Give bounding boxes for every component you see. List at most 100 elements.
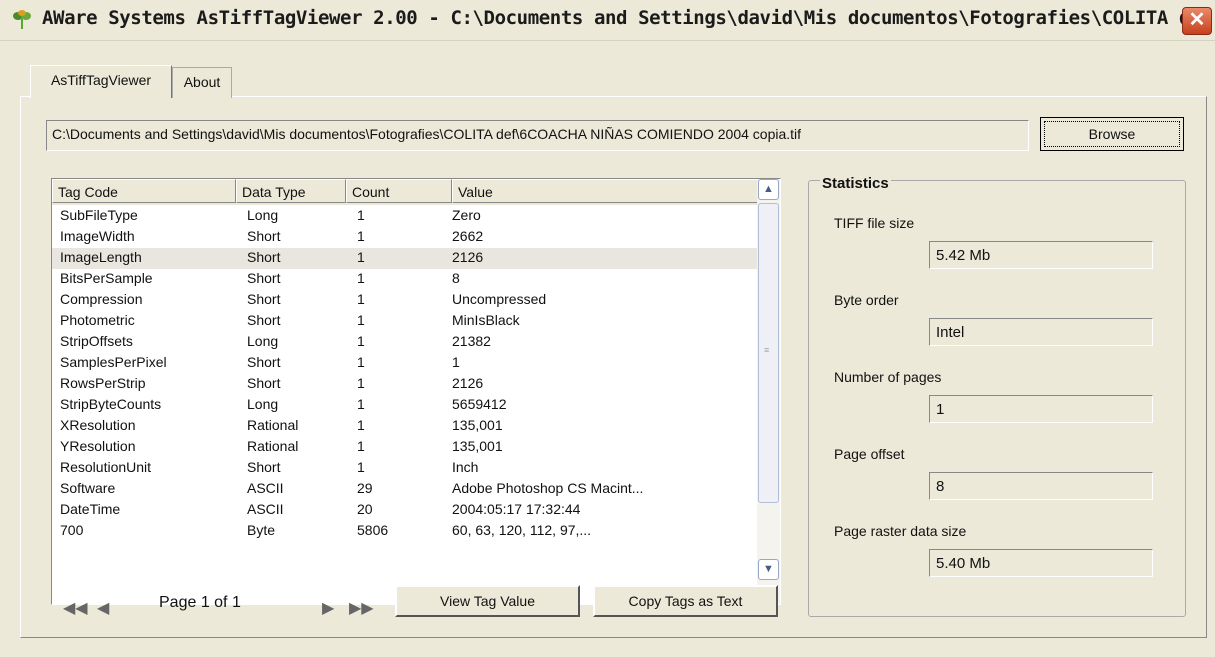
cell-count: 29	[357, 480, 373, 496]
cell-value: 8	[452, 270, 460, 286]
cell-value: 2004:05:17 17:32:44	[452, 501, 581, 517]
cell-tag-code: 700	[60, 522, 84, 538]
tag-list[interactable]: Tag Code Data Type Count Value SubFileTy…	[51, 178, 781, 605]
cell-tag-code: BitsPerSample	[60, 270, 153, 286]
cell-tag-code: StripOffsets	[60, 333, 133, 349]
page-offset-label: Page offset	[834, 446, 905, 462]
cell-count: 1	[357, 291, 365, 307]
table-row[interactable]: Photometric Short 1 MinIsBlack	[52, 311, 758, 332]
header-count[interactable]: Count	[346, 179, 452, 203]
cell-data-type: Short	[247, 228, 281, 244]
cell-count: 20	[357, 501, 373, 517]
cell-count: 1	[357, 333, 365, 349]
cell-count: 1	[357, 249, 365, 265]
page-indicator: Page 1 of 1	[159, 594, 241, 611]
cell-value: 135,001	[452, 438, 503, 454]
cell-data-type: ASCII	[247, 480, 284, 496]
cell-data-type: Long	[247, 396, 279, 412]
scroll-thumb[interactable]: ≡	[758, 203, 779, 503]
cell-data-type: Long	[247, 207, 279, 223]
cell-tag-code: Software	[60, 480, 116, 496]
table-row[interactable]: ImageLength Short 1 2126	[52, 248, 758, 269]
table-row[interactable]: RowsPerStrip Short 1 2126	[52, 374, 758, 395]
cell-tag-code: StripByteCounts	[60, 396, 162, 412]
cell-data-type: Short	[247, 249, 281, 265]
first-page-icon[interactable]: ◀◀	[63, 598, 88, 618]
cell-value: 2662	[452, 228, 484, 244]
cell-data-type: Short	[247, 354, 281, 370]
table-row[interactable]: StripOffsets Long 1 21382	[52, 332, 758, 353]
browse-button[interactable]: Browse	[1040, 117, 1184, 151]
cell-value: 135,001	[452, 417, 503, 433]
close-button[interactable]: ✕	[1182, 7, 1212, 35]
cell-count: 1	[357, 396, 365, 412]
app-leaf-icon	[13, 10, 31, 29]
vertical-scrollbar[interactable]: ▲ ≡ ▼	[757, 179, 780, 604]
scroll-up-icon[interactable]: ▲	[758, 179, 779, 200]
table-row[interactable]: Software ASCII 29 Adobe Photoshop CS Macint…	[52, 479, 758, 500]
scroll-down-icon[interactable]: ▼	[758, 559, 779, 580]
cell-value: Adobe Photoshop CS Macint...	[452, 480, 644, 496]
table-row[interactable]: SubFileType Long 1 Zero	[52, 206, 758, 227]
table-row[interactable]: Compression Short 1 Uncompressed	[52, 290, 758, 311]
table-row[interactable]: XResolution Rational 1 135,001	[52, 416, 758, 437]
cell-value: 21382	[452, 333, 491, 349]
cell-data-type: Rational	[247, 438, 299, 454]
table-row[interactable]: 700 Byte 5806 60, 63, 120, 112, 97,...	[52, 521, 758, 542]
cell-count: 1	[357, 417, 365, 433]
table-row[interactable]: SamplesPerPixel Short 1 1	[52, 353, 758, 374]
cell-data-type: Long	[247, 333, 279, 349]
tab-astifftagviewer[interactable]: AsTiffTagViewer	[30, 65, 172, 98]
cell-tag-code: Photometric	[60, 312, 135, 328]
header-tag-code[interactable]: Tag Code	[52, 179, 236, 203]
byte-order-label: Byte order	[834, 292, 899, 308]
cell-count: 1	[357, 459, 365, 475]
next-page-icon[interactable]: ▶	[322, 598, 334, 618]
cell-count: 1	[357, 354, 365, 370]
cell-value: 2126	[452, 249, 484, 265]
cell-value: 60, 63, 120, 112, 97,...	[452, 522, 592, 538]
browse-label: Browse	[1044, 121, 1180, 147]
cell-count: 1	[357, 312, 365, 328]
page-offset-value: 8	[929, 472, 1153, 500]
file-path-field[interactable]: C:\Documents and Settings\david\Mis docu…	[46, 120, 1029, 151]
cell-data-type: Short	[247, 375, 281, 391]
title-bar[interactable]: AWare Systems AsTiffTagViewer 2.00 - C:\…	[0, 0, 1215, 41]
table-row[interactable]: ResolutionUnit Short 1 Inch	[52, 458, 758, 479]
cell-count: 1	[357, 270, 365, 286]
page-raster-data-size-label: Page raster data size	[834, 523, 967, 539]
cell-count: 1	[357, 207, 365, 223]
cell-value: Zero	[452, 207, 481, 223]
cell-tag-code: RowsPerStrip	[60, 375, 146, 391]
cell-value: 5659412	[452, 396, 507, 412]
copy-tags-button[interactable]: Copy Tags as Text	[593, 585, 778, 617]
cell-tag-code: DateTime	[60, 501, 121, 517]
table-row[interactable]: ImageWidth Short 1 2662	[52, 227, 758, 248]
cell-tag-code: SubFileType	[60, 207, 138, 223]
header-value[interactable]: Value	[452, 179, 758, 203]
table-row[interactable]: BitsPerSample Short 1 8	[52, 269, 758, 290]
table-row[interactable]: YResolution Rational 1 135,001	[52, 437, 758, 458]
table-row[interactable]: StripByteCounts Long 1 5659412	[52, 395, 758, 416]
cell-tag-code: ImageWidth	[60, 228, 135, 244]
cell-tag-code: ResolutionUnit	[60, 459, 152, 475]
header-data-type[interactable]: Data Type	[236, 179, 346, 203]
last-page-icon[interactable]: ▶▶	[349, 598, 374, 618]
cell-value: Uncompressed	[452, 291, 547, 307]
cell-data-type: Short	[247, 459, 281, 475]
cell-count: 5806	[357, 522, 389, 538]
cell-data-type: Short	[247, 270, 281, 286]
tiff-file-size-value: 5.42 Mb	[929, 241, 1153, 269]
cell-tag-code: YResolution	[60, 438, 136, 454]
cell-data-type: ASCII	[247, 501, 284, 517]
cell-tag-code: Compression	[60, 291, 143, 307]
prev-page-icon[interactable]: ◀	[97, 598, 109, 618]
cell-data-type: Rational	[247, 417, 299, 433]
byte-order-value: Intel	[929, 318, 1153, 346]
table-row[interactable]: DateTime ASCII 20 2004:05:17 17:32:44	[52, 500, 758, 521]
number-of-pages-label: Number of pages	[834, 369, 942, 385]
cell-tag-code: SamplesPerPixel	[60, 354, 167, 370]
statistics-title: Statistics	[820, 175, 891, 192]
tab-about[interactable]: About	[172, 67, 232, 98]
view-tag-value-button[interactable]: View Tag Value	[395, 585, 580, 617]
